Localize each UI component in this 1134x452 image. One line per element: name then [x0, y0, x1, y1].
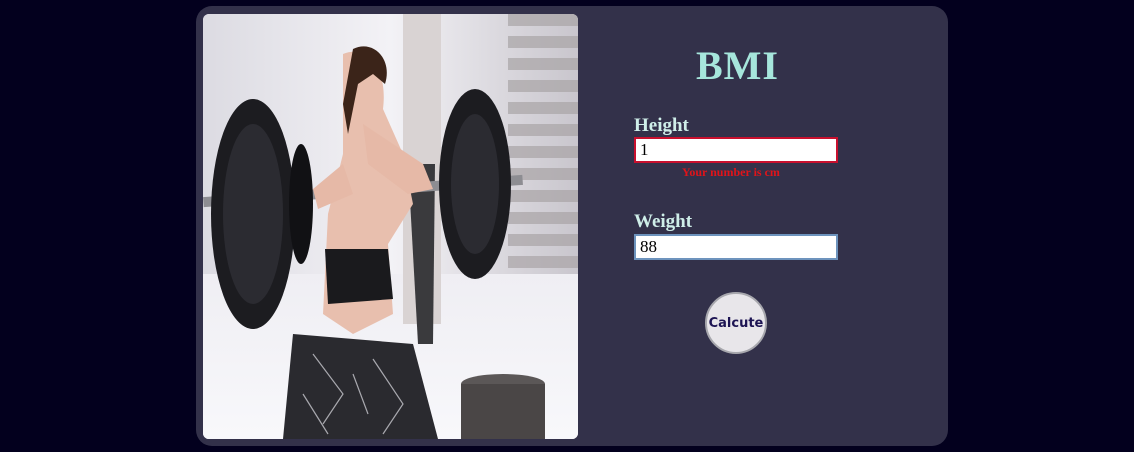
height-error-message: Your number is cm	[682, 165, 780, 179]
bmi-card: BMI Height Your number is cm Weight Calc…	[196, 6, 948, 446]
fitness-photo	[203, 14, 578, 439]
page-title: BMI	[696, 43, 779, 88]
calculate-button[interactable]: Calcute	[705, 292, 767, 354]
page: BMI Height Your number is cm Weight Calc…	[0, 0, 1134, 452]
weightlifting-image	[203, 14, 578, 439]
weight-input[interactable]	[634, 234, 838, 260]
height-label: Height	[634, 115, 689, 136]
weight-label: Weight	[634, 211, 693, 232]
height-input[interactable]	[634, 137, 838, 163]
